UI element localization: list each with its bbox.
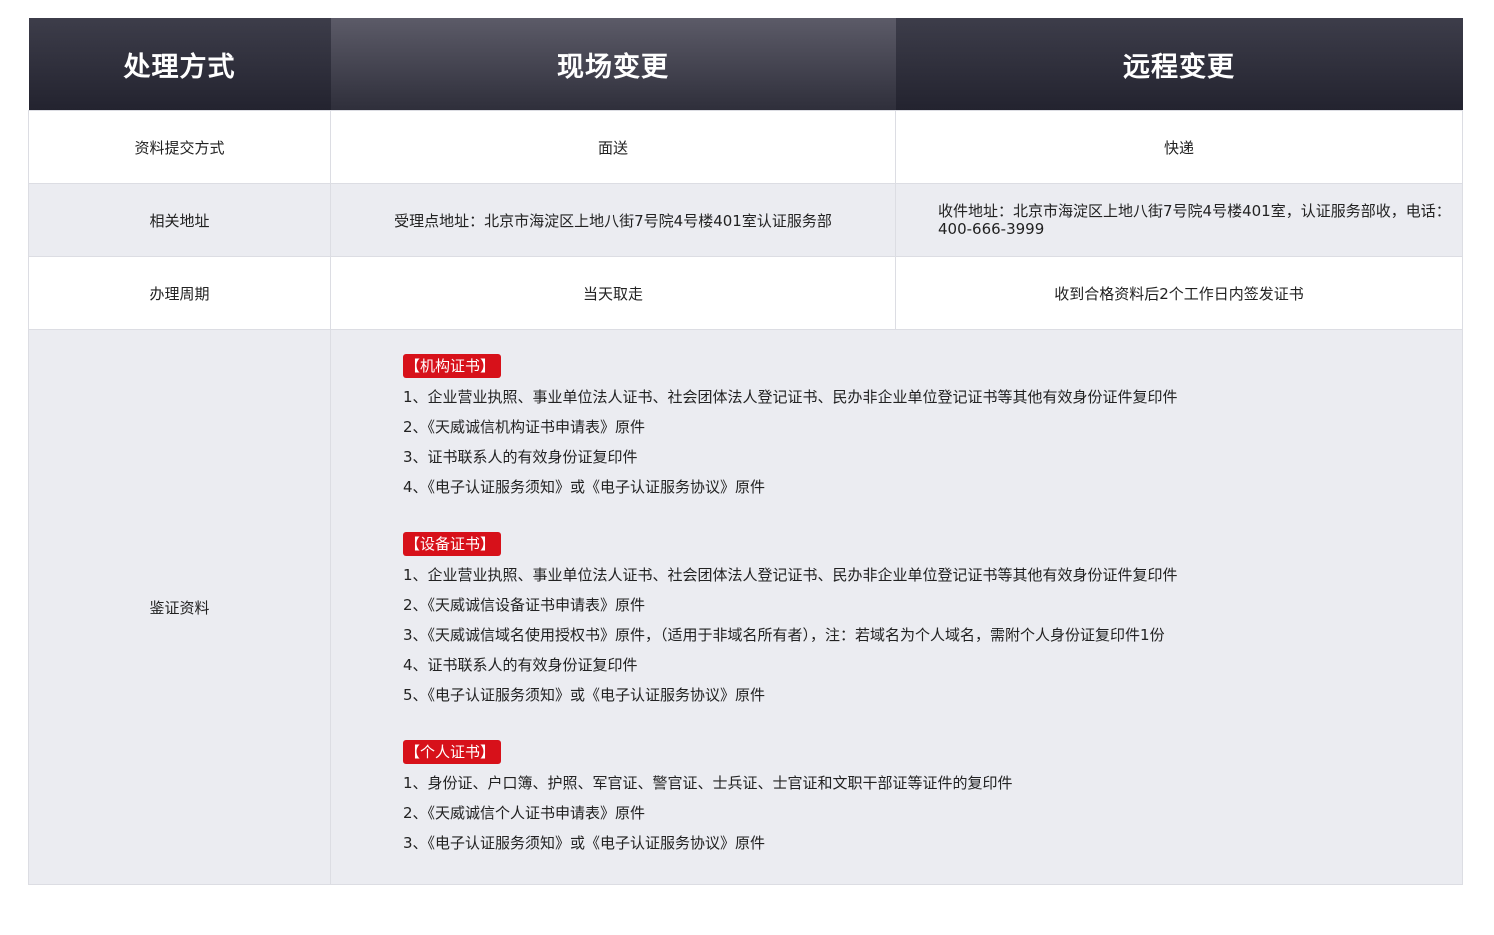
list-item: 4、证书联系人的有效身份证复印件 [403, 656, 638, 674]
list-item: 1、身份证、户口簿、护照、军官证、警官证、士兵证、士官证和文职干部证等证件的复印… [403, 774, 1013, 792]
table-header-row: 处理方式 现场变更 远程变更 [28, 18, 1463, 111]
table-row-documents: 鉴证资料 【机构证书】 1、企业营业执照、事业单位法人证书、社会团体法人登记证书… [28, 329, 1463, 885]
doc-group-personal: 【个人证书】 1、身份证、户口簿、护照、军官证、警官证、士兵证、士官证和文职干部… [403, 740, 1462, 858]
list-item: 5、《电子认证服务须知》或《电子认证服务协议》原件 [403, 686, 766, 704]
tag-device-cert: 【设备证书】 [403, 532, 502, 556]
row-label-submission: 资料提交方式 [28, 110, 331, 184]
cell-submission-remote: 快递 [895, 110, 1463, 184]
list-item: 4、《电子认证服务须知》或《电子认证服务协议》原件 [403, 478, 766, 496]
tag-organization-cert: 【机构证书】 [403, 354, 502, 378]
table-row-address: 相关地址 受理点地址：北京市海淀区上地八街7号院4号楼401室认证服务部 收件地… [28, 183, 1463, 257]
cell-submission-onsite: 面送 [330, 110, 896, 184]
cell-period-onsite: 当天取走 [330, 256, 896, 330]
list-item: 1、企业营业执照、事业单位法人证书、社会团体法人登记证书、民办非企业单位登记证书… [403, 566, 1178, 584]
certificate-change-table: 处理方式 现场变更 远程变更 资料提交方式 面送 快递 相关地址 受理点地址：北… [28, 18, 1463, 885]
cell-documents: 【机构证书】 1、企业营业执照、事业单位法人证书、社会团体法人登记证书、民办非企… [330, 329, 1463, 885]
tag-personal-cert: 【个人证书】 [403, 740, 502, 764]
list-item: 3、《天威诚信域名使用授权书》原件，（适用于非域名所有者），注：若域名为个人域名… [403, 626, 1165, 644]
doc-group-organization: 【机构证书】 1、企业营业执照、事业单位法人证书、社会团体法人登记证书、民办非企… [403, 354, 1462, 502]
list-item: 3、证书联系人的有效身份证复印件 [403, 448, 638, 466]
table-row-period: 办理周期 当天取走 收到合格资料后2个工作日内签发证书 [28, 256, 1463, 330]
cell-period-remote: 收到合格资料后2个工作日内签发证书 [895, 256, 1463, 330]
list-item: 2、《天威诚信个人证书申请表》原件 [403, 804, 646, 822]
doc-group-device: 【设备证书】 1、企业营业执照、事业单位法人证书、社会团体法人登记证书、民办非企… [403, 532, 1462, 710]
list-item: 2、《天威诚信设备证书申请表》原件 [403, 596, 646, 614]
header-remote-change: 远程变更 [895, 18, 1463, 111]
list-item: 2、《天威诚信机构证书申请表》原件 [403, 418, 646, 436]
cell-address-onsite: 受理点地址：北京市海淀区上地八街7号院4号楼401室认证服务部 [330, 183, 896, 257]
table-row-submission: 资料提交方式 面送 快递 [28, 110, 1463, 184]
row-label-period: 办理周期 [28, 256, 331, 330]
list-item: 3、《电子认证服务须知》或《电子认证服务协议》原件 [403, 834, 766, 852]
header-method: 处理方式 [28, 18, 331, 111]
row-label-address: 相关地址 [28, 183, 331, 257]
list-item: 1、企业营业执照、事业单位法人证书、社会团体法人登记证书、民办非企业单位登记证书… [403, 388, 1178, 406]
cell-address-remote: 收件地址：北京市海淀区上地八街7号院4号楼401室，认证服务部收，电话：400-… [895, 183, 1463, 257]
header-onsite-change: 现场变更 [330, 18, 896, 111]
row-label-documents: 鉴证资料 [28, 329, 331, 885]
comparison-table-wrapper: 处理方式 现场变更 远程变更 资料提交方式 面送 快递 相关地址 受理点地址：北… [28, 18, 1463, 885]
